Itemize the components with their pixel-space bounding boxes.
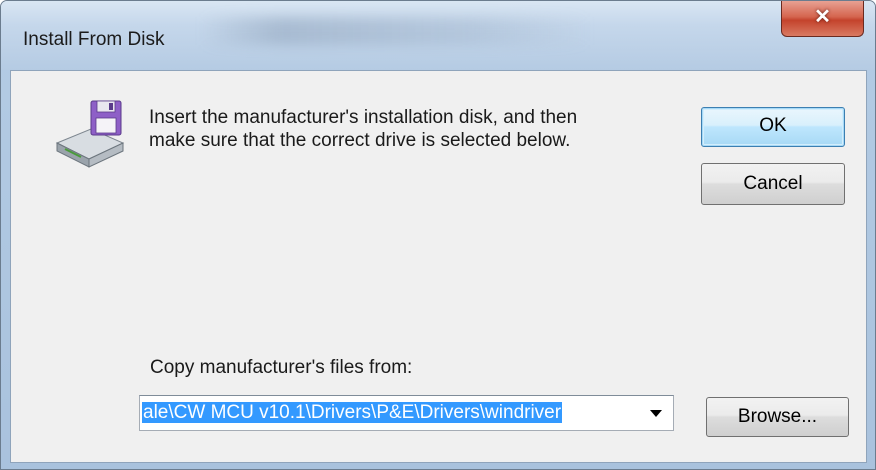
close-button[interactable]: ✕ <box>781 1 864 37</box>
copy-from-label: Copy manufacturer's files from: <box>150 357 413 378</box>
cancel-button[interactable]: Cancel <box>701 163 845 205</box>
title-bar[interactable]: Install From Disk ✕ <box>1 1 875 70</box>
dialog-body: Insert the manufacturer's installation d… <box>10 70 867 463</box>
window-title: Install From Disk <box>23 29 165 50</box>
floppy-disk-drive-icon <box>55 100 125 168</box>
copy-from-input-viewport[interactable]: ale\CW MCU v10.1\Drivers\P&E\Drivers\win… <box>142 399 624 427</box>
instruction-line-1: Insert the manufacturer's installation d… <box>149 107 578 128</box>
chevron-down-icon[interactable] <box>637 396 673 430</box>
instruction-text: Insert the manufacturer's installation d… <box>149 106 669 152</box>
instruction-line-2: make sure that the correct drive is sele… <box>149 130 571 151</box>
install-from-disk-dialog: Install From Disk ✕ Insert the manufactu… <box>0 0 876 470</box>
copy-from-combobox[interactable]: ale\CW MCU v10.1\Drivers\P&E\Drivers\win… <box>139 395 674 431</box>
copy-from-path-value[interactable]: ale\CW MCU v10.1\Drivers\P&E\Drivers\win… <box>142 402 563 423</box>
title-bar-blur <box>201 17 591 45</box>
browse-button[interactable]: Browse... <box>706 397 849 437</box>
ok-button[interactable]: OK <box>701 107 845 147</box>
close-icon: ✕ <box>814 6 831 28</box>
